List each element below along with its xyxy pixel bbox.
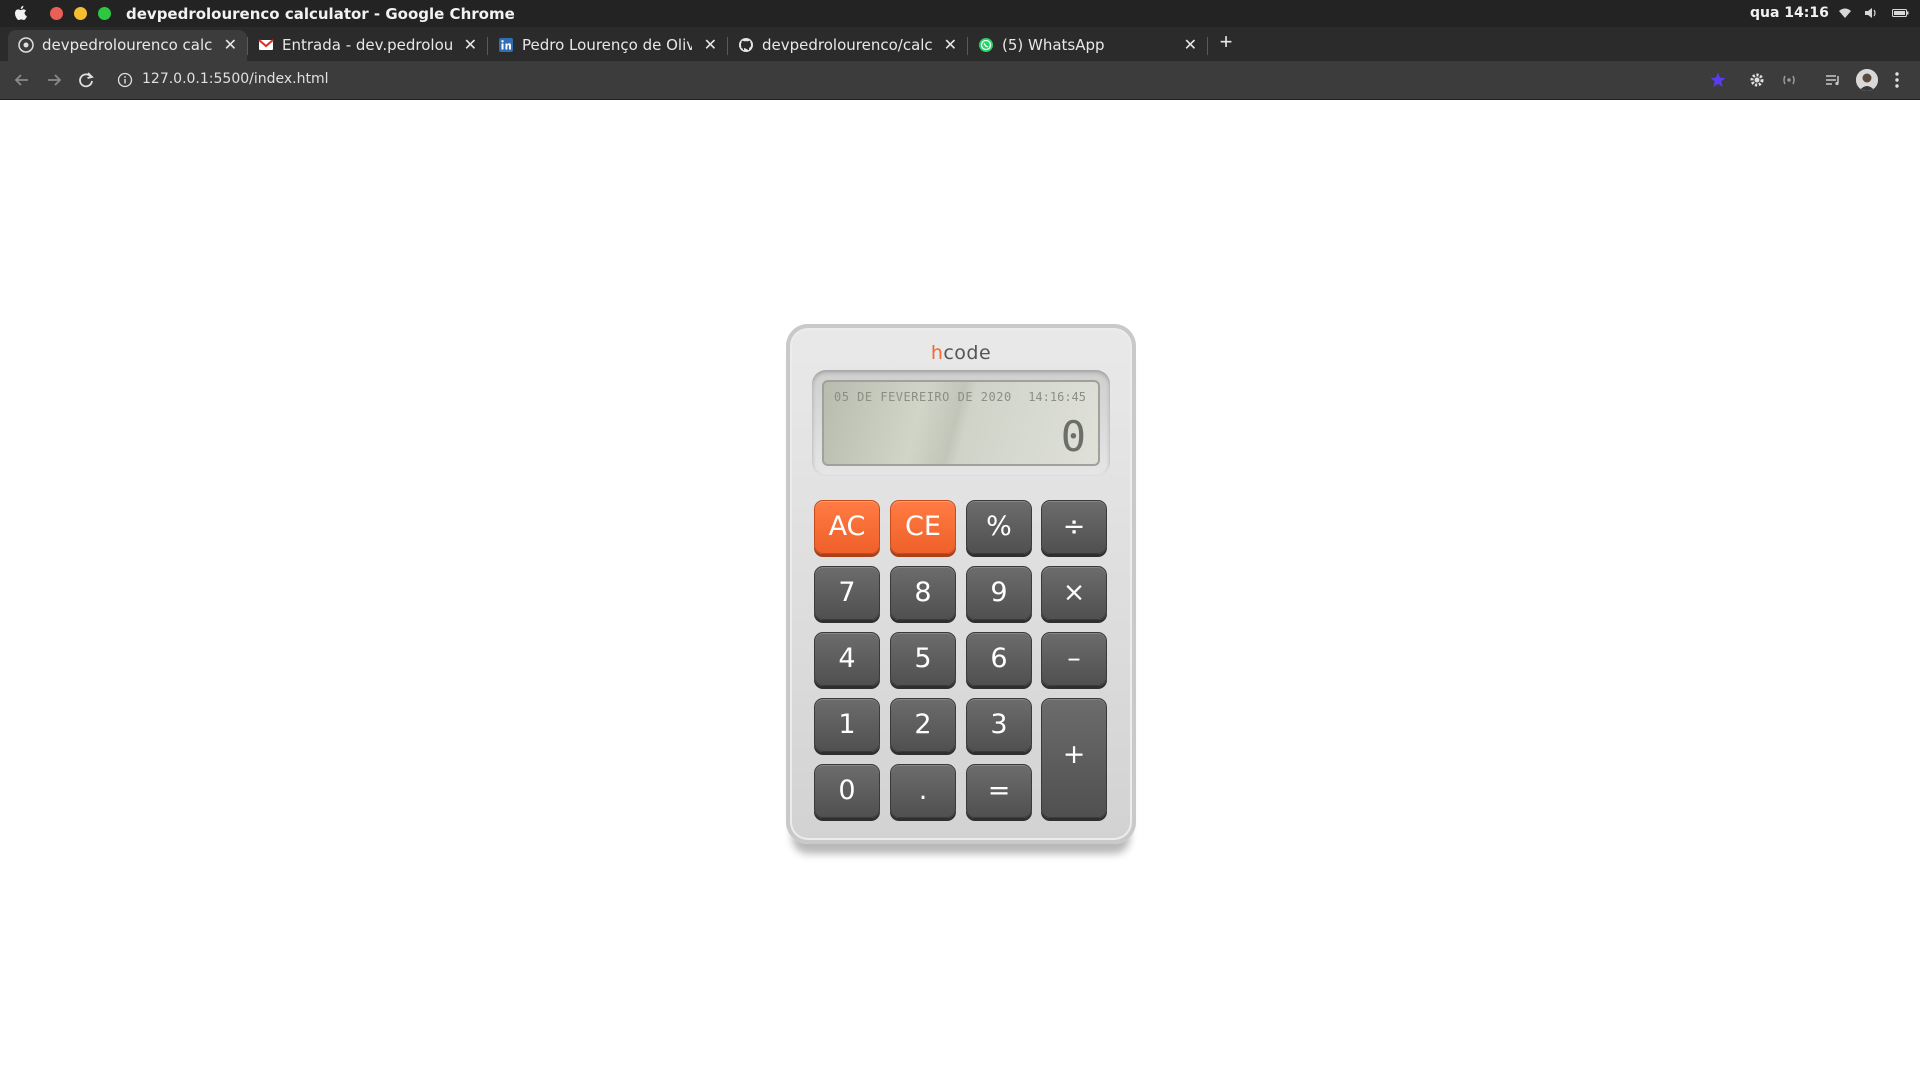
github-icon: [739, 38, 753, 52]
tab-strip: devpedrolourenco calcula ✕ Entrada - dev…: [0, 27, 1920, 61]
tab-linkedin[interactable]: Pedro Lourenço de Oliveira ✕: [488, 30, 727, 61]
equals-button[interactable]: =: [966, 764, 1032, 818]
three-button[interactable]: 3: [966, 698, 1032, 752]
tab-label: (5) WhatsApp: [1002, 36, 1105, 54]
info-icon[interactable]: [117, 72, 133, 88]
eight-button[interactable]: 8: [890, 566, 956, 620]
reload-icon[interactable]: [75, 69, 97, 91]
tab-label: devpedrolourenco calcula: [42, 36, 212, 54]
window-close-button[interactable]: [50, 7, 63, 20]
page-icon: [18, 37, 34, 53]
tab-label: devpedrolourenco/calcula: [762, 36, 932, 54]
extension-cast-icon[interactable]: [1780, 71, 1798, 89]
calculator-display: 05 DE FEVEREIRO DE 2020 14:16:45 0: [822, 380, 1100, 466]
two-button[interactable]: 2: [890, 698, 956, 752]
linkedin-icon: [499, 38, 513, 52]
display-time: 14:16:45: [1028, 390, 1086, 404]
tab-close-icon[interactable]: ✕: [224, 35, 237, 54]
tab-github[interactable]: devpedrolourenco/calcula ✕: [728, 30, 967, 61]
wifi-icon[interactable]: [1838, 7, 1852, 19]
subtract-button[interactable]: –: [1041, 632, 1107, 686]
profile-avatar[interactable]: [1856, 69, 1878, 91]
address-bar[interactable]: 127.0.0.1:5500/index.html: [142, 71, 329, 87]
whatsapp-icon: [979, 38, 993, 52]
four-button[interactable]: 4: [814, 632, 880, 686]
apple-icon[interactable]: [12, 4, 30, 22]
brand-logo-text: code: [943, 342, 992, 364]
extension-star-icon[interactable]: [1709, 71, 1727, 89]
tab-label: Entrada - dev.pedrolouren: [282, 36, 452, 54]
display-value: 0: [1060, 412, 1086, 461]
seven-button[interactable]: 7: [814, 566, 880, 620]
new-tab-button[interactable]: +: [1214, 30, 1238, 54]
window-title: devpedrolourenco calculator - Google Chr…: [126, 5, 515, 23]
one-button[interactable]: 1: [814, 698, 880, 752]
browser-toolbar: 127.0.0.1:5500/index.html: [0, 61, 1920, 100]
percent-button[interactable]: %: [966, 500, 1032, 554]
tab-separator: [1207, 37, 1208, 55]
window-maximize-button[interactable]: [98, 7, 111, 20]
display-date: 05 DE FEVEREIRO DE 2020: [834, 390, 1012, 404]
tab-close-icon[interactable]: ✕: [464, 35, 477, 54]
forward-icon[interactable]: [43, 69, 65, 91]
back-icon[interactable]: [11, 69, 33, 91]
tab-close-icon[interactable]: ✕: [704, 35, 717, 54]
five-button[interactable]: 5: [890, 632, 956, 686]
ce-button[interactable]: CE: [890, 500, 956, 554]
tab-whatsapp[interactable]: (5) WhatsApp ✕: [968, 30, 1207, 61]
tab-close-icon[interactable]: ✕: [1184, 35, 1197, 54]
gmail-icon: [258, 39, 274, 50]
tab-gmail[interactable]: Entrada - dev.pedrolouren ✕: [248, 30, 487, 61]
display-frame: 05 DE FEVEREIRO DE 2020 14:16:45 0: [812, 370, 1110, 476]
ac-button[interactable]: AC: [814, 500, 880, 554]
menu-icon[interactable]: [1893, 70, 1901, 90]
os-top-bar: devpedrolourenco calculator - Google Chr…: [0, 0, 1920, 27]
add-button[interactable]: +: [1041, 698, 1107, 818]
tab-close-icon[interactable]: ✕: [944, 35, 957, 54]
avatar-image: [1856, 69, 1878, 91]
window-minimize-button[interactable]: [74, 7, 87, 20]
tab-label: Pedro Lourenço de Oliveira: [522, 36, 692, 54]
tab-calculator[interactable]: devpedrolourenco calcula ✕: [8, 30, 247, 61]
multiply-button[interactable]: ×: [1041, 566, 1107, 620]
zero-button[interactable]: 0: [814, 764, 880, 818]
volume-icon[interactable]: [1864, 7, 1878, 19]
media-list-icon[interactable]: [1824, 71, 1842, 89]
extension-gear-icon[interactable]: [1748, 71, 1766, 89]
os-clock[interactable]: qua 14:16: [1750, 5, 1829, 21]
nine-button[interactable]: 9: [966, 566, 1032, 620]
battery-icon[interactable]: [1892, 7, 1909, 19]
calculator-body: hcode 05 DE FEVEREIRO DE 2020 14:16:45 0…: [786, 324, 1136, 844]
divide-button[interactable]: ÷: [1041, 500, 1107, 554]
six-button[interactable]: 6: [966, 632, 1032, 686]
brand-logo-h: h: [930, 342, 944, 364]
brand-logo: hcode: [786, 342, 1136, 364]
dot-button[interactable]: .: [890, 764, 956, 818]
